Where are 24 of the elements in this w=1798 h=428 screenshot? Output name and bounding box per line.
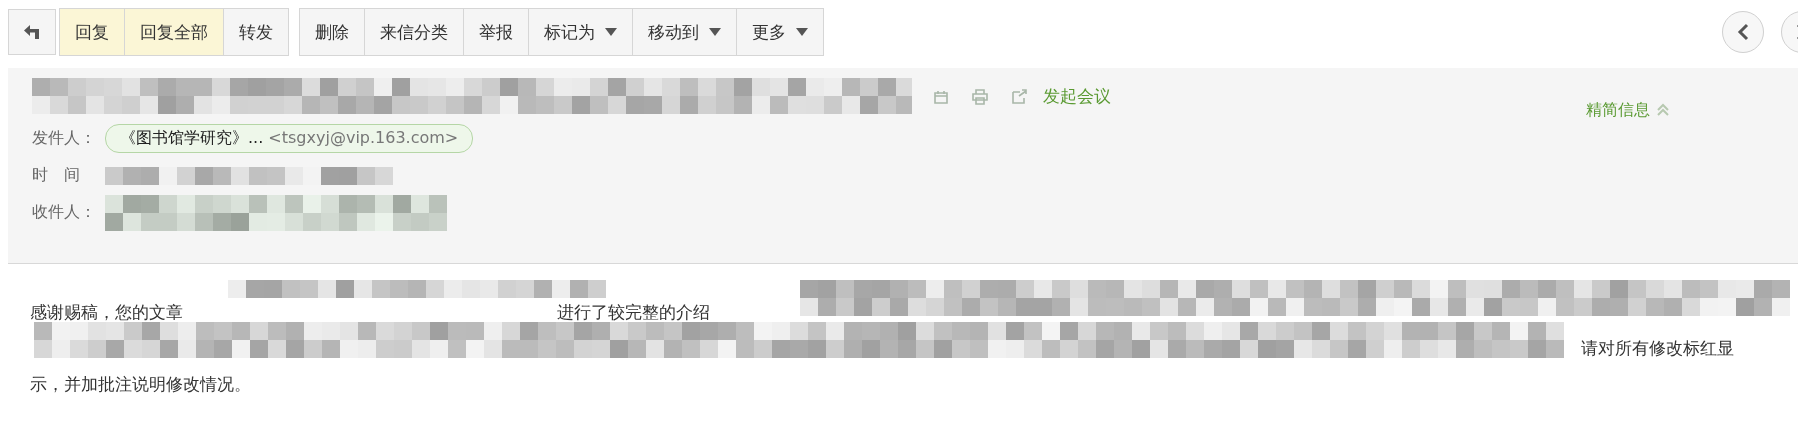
double-chevron-up-icon[interactable]	[1656, 103, 1670, 117]
toolbar-button[interactable]: 转发	[223, 9, 288, 55]
toolbar-button[interactable]: 回复	[60, 9, 124, 55]
toolbar-button[interactable]: 移动到	[632, 9, 736, 55]
previous-button[interactable]	[1722, 11, 1764, 53]
body-text: 示，并加批注说明修改情况。	[30, 372, 251, 396]
toolbar-button[interactable]: 删除	[300, 9, 364, 55]
share-icon[interactable]	[1010, 86, 1029, 106]
toolbar-button[interactable]: 来信分类	[364, 9, 463, 55]
toolbar-button[interactable]: 标记为	[528, 9, 632, 55]
back-button[interactable]	[8, 9, 56, 55]
toolbar-button[interactable]: 更多	[736, 9, 823, 55]
body-text: 进行了较完整的介绍	[557, 300, 710, 324]
sender-chip[interactable]: 《图书馆学研究》... <tsgxyj@vip.163.com>	[105, 124, 474, 153]
field-label: 时 间	[32, 165, 81, 186]
body-text: 请对所有修改标红显	[1581, 336, 1734, 360]
back-arrow-icon	[22, 22, 42, 42]
body-text: 感谢赐稿，您的文章	[30, 300, 183, 324]
field-label: 收件人：	[32, 202, 97, 223]
print-icon[interactable]	[971, 86, 990, 106]
toolbar-button[interactable]: 举报	[463, 9, 528, 55]
field-label: 发件人：	[32, 128, 97, 149]
chevron-left-icon	[1737, 23, 1749, 41]
toolbar-button[interactable]: 回复全部	[124, 9, 223, 55]
